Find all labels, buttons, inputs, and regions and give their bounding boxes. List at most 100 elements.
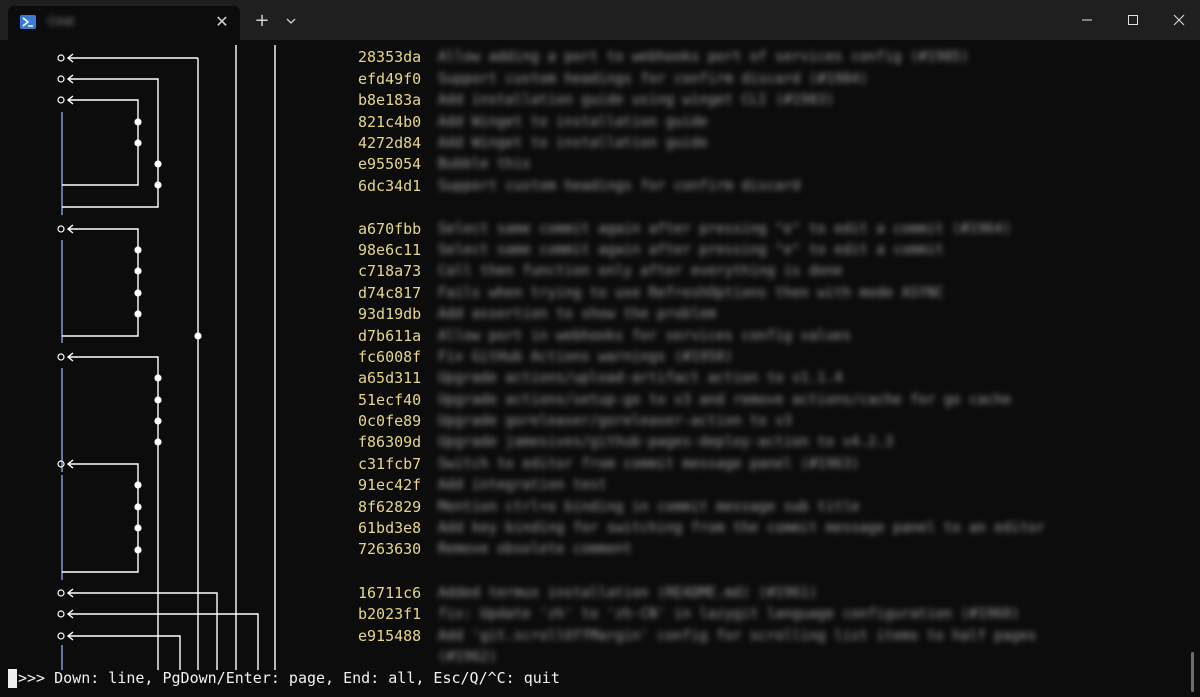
commit-message: Allow adding a port to webhooks port of … — [438, 49, 970, 65]
graph-node — [134, 267, 142, 275]
merge-node — [57, 54, 65, 62]
graph-edge — [68, 592, 218, 670]
commit-message: Bubble this — [438, 156, 531, 172]
graph-node — [134, 524, 142, 532]
commit-graph — [57, 45, 276, 670]
close-icon — [1173, 14, 1185, 26]
commit-message: Support custom headings for confirm disc… — [438, 71, 868, 87]
commit-hash: 93d19db — [358, 305, 422, 323]
commit-hash: f86309d — [358, 433, 422, 451]
graph-node — [134, 503, 142, 511]
commit-hash: d74c817 — [358, 284, 422, 302]
commit-message: Add key binding for switching from the c… — [438, 520, 1045, 536]
commit-message: Support custom headings for confirm disc… — [438, 178, 801, 194]
commit-hash: c31fcb7 — [358, 455, 422, 473]
commit-hash: 51ecf40 — [358, 391, 422, 409]
tab-title: Cmd — [48, 14, 74, 28]
maximize-button[interactable] — [1110, 0, 1156, 40]
commit-hash: a65d311 — [358, 369, 422, 387]
commit-message: Add installation guide using winget CLI … — [438, 92, 835, 108]
commit-message: Select same commit again after pressing … — [438, 242, 944, 258]
merge-node — [57, 96, 65, 104]
commit-hash: 0c0fe89 — [358, 412, 422, 430]
commit-hash: fc6008f — [358, 348, 422, 366]
terminal-output[interactable]: 28353da Allow adding a port to webhooks p… — [0, 40, 1200, 697]
merge-node — [57, 353, 65, 361]
commit-message: Switch to editor from commit message pan… — [438, 456, 860, 472]
merge-node — [57, 589, 65, 597]
merge-node — [57, 225, 65, 233]
commit-hash: 4272d84 — [358, 134, 422, 152]
commit-hash: 8f62829 — [358, 498, 422, 516]
graph-edge — [68, 463, 139, 550]
commit-hash: 28353da — [358, 48, 422, 66]
graph-edge — [68, 356, 159, 442]
graph-edge — [68, 228, 139, 314]
commit-hash: 6dc34d1 — [358, 177, 422, 195]
commit-hash: 91ec42f — [358, 476, 422, 494]
commit-message: Fix GitHub Actions warnings (#1950) — [438, 349, 734, 365]
commit-hash: 7263630 — [358, 540, 422, 558]
graph-node — [154, 417, 162, 425]
chevron-down-icon[interactable] — [280, 10, 302, 32]
merge-node — [57, 610, 65, 618]
commit-hash: 98e6c11 — [358, 241, 422, 259]
graph-edge — [68, 635, 181, 670]
scrollbar[interactable] — [1191, 652, 1194, 692]
graph-node — [154, 160, 162, 168]
commit-hash: 821c4b0 — [358, 113, 422, 131]
merge-node — [57, 460, 65, 468]
commit-message: Add 'git.scrollOffMargin' config for scr… — [438, 628, 1037, 644]
graph-edge — [68, 613, 259, 670]
commit-message: Upgrade actions/setup-go to v3 and remov… — [438, 392, 1012, 408]
minimize-icon — [1082, 19, 1092, 21]
minimize-button[interactable] — [1064, 0, 1110, 40]
graph-edge — [68, 99, 139, 143]
commit-message: fix: Update 'zh' to 'zh-CN' in lazygit l… — [438, 606, 1020, 622]
commit-hash: a670fbb — [358, 220, 422, 238]
commit-hash: b2023f1 — [358, 605, 422, 623]
graph-edge — [62, 314, 139, 337]
graph-node — [194, 332, 202, 340]
merge-node — [57, 632, 65, 640]
graph-node — [154, 374, 162, 382]
commit-message: Add Winget to installation guide — [438, 114, 708, 130]
cursor — [8, 669, 17, 688]
terminal-tab[interactable]: Cmd ✕ — [8, 6, 240, 40]
commit-hash: e955054 — [358, 155, 422, 173]
graph-node — [154, 396, 162, 404]
commit-hash: b8e183a — [358, 91, 422, 109]
graph-node — [134, 481, 142, 489]
commit-message: Call then function only after everything… — [438, 263, 843, 279]
powershell-icon — [20, 15, 36, 29]
graph-edge — [68, 78, 159, 185]
commit-hash: 61bd3e8 — [358, 519, 422, 537]
commit-message: Mention ctrl+o binding in commit message… — [438, 499, 860, 515]
tab-close-icon[interactable]: ✕ — [212, 12, 232, 32]
commit-message: (#1962) — [438, 649, 498, 665]
commit-message: Upgrade actions/upload-artifact action t… — [438, 370, 843, 386]
commit-message: Select same commit again after pressing … — [438, 221, 1012, 237]
graph-node — [134, 289, 142, 297]
graph-node — [134, 118, 142, 126]
commit-hash: e915488 — [358, 627, 422, 645]
commit-hash: d7b611a — [358, 327, 422, 345]
commit-message: Allow port in webhooks for services conf… — [438, 328, 852, 344]
commit-hash: c718a73 — [358, 262, 422, 280]
new-tab-button[interactable]: + — [251, 10, 273, 32]
commit-hash: efd49f0 — [358, 70, 422, 88]
commit-hash: 16711c6 — [358, 584, 422, 602]
commit-message: Add integration test — [438, 477, 607, 493]
commit-message: Added termux installation (README.md) (#… — [438, 585, 818, 601]
graph-edge — [62, 143, 139, 186]
close-button[interactable] — [1156, 0, 1200, 40]
merge-node — [57, 75, 65, 83]
pager-prompt: >>> Down: line, PgDown/Enter: page, End:… — [18, 669, 560, 687]
maximize-icon — [1128, 15, 1138, 25]
title-bar: Cmd ✕ + — [0, 0, 1200, 40]
commit-message: Upgrade jamesives/github-pages-deploy-ac… — [438, 434, 894, 450]
commit-message: Add assertion to show the problem — [438, 306, 717, 322]
graph-node — [134, 246, 142, 254]
graph-edge — [62, 185, 159, 208]
commit-message: Add Winget to installation guide — [438, 135, 708, 151]
